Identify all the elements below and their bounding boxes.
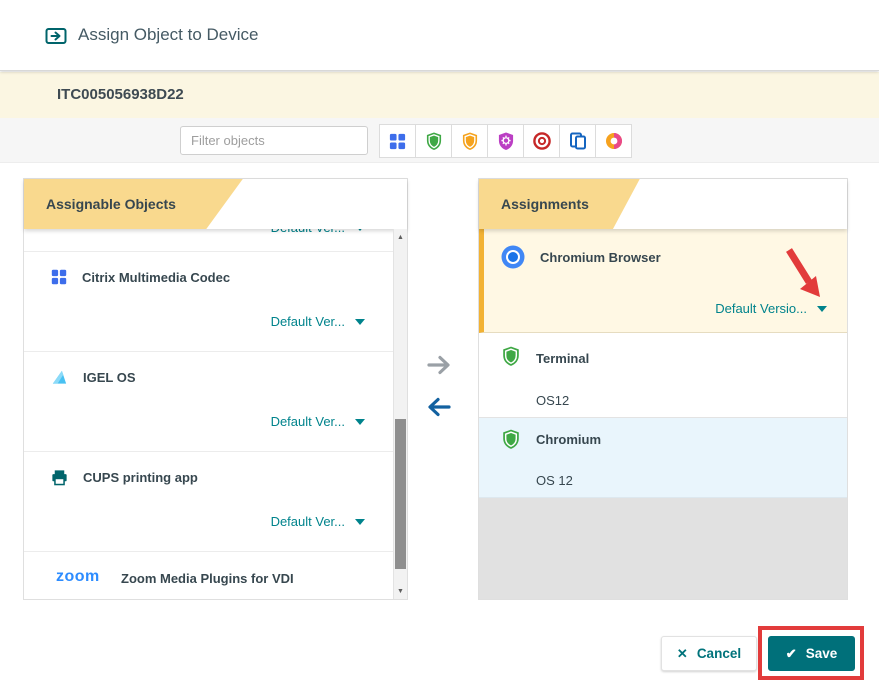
citrix-grid-icon xyxy=(50,268,68,286)
chevron-down-icon xyxy=(355,319,365,325)
printer-icon xyxy=(50,468,69,487)
list-item-zoom-media-plugins[interactable]: zoom Zoom Media Plugins for VDI xyxy=(24,552,393,599)
scroll-down-button[interactable]: ▼ xyxy=(394,583,407,599)
blue-files-icon xyxy=(568,131,588,151)
item-label: Citrix Multimedia Codec xyxy=(82,270,230,285)
igel-os-icon xyxy=(50,368,69,387)
green-shield-icon xyxy=(424,131,444,151)
assignable-objects-title: Assignable Objects xyxy=(46,179,176,229)
assignment-label: Terminal xyxy=(536,351,589,366)
object-type-filter-bar xyxy=(380,124,632,158)
green-shield-icon xyxy=(500,345,522,367)
version-dropdown[interactable]: Default Ver... xyxy=(271,229,365,235)
purple-shield-gear-icon xyxy=(496,131,516,151)
device-id: ITC005056938D22 xyxy=(57,86,184,103)
assign-right-arrow-button[interactable] xyxy=(426,354,454,376)
assignable-objects-header: Assignable Objects xyxy=(24,179,407,229)
scrollbar-thumb[interactable] xyxy=(395,419,406,569)
assign-object-dialog: Assign Object to Device ITC005056938D22 xyxy=(0,0,879,690)
filter-objects-input[interactable] xyxy=(180,126,368,155)
orange-pink-circle-icon xyxy=(604,131,624,151)
chevron-down-icon xyxy=(355,519,365,525)
scroll-up-button[interactable]: ▲ xyxy=(394,229,407,245)
assignment-item-terminal[interactable]: Terminal OS12 xyxy=(479,333,847,418)
list-item-citrix-multimedia-codec[interactable]: Citrix Multimedia Codec Default Ver... xyxy=(24,252,393,352)
profile-filter-button[interactable] xyxy=(415,124,452,158)
item-label: CUPS printing app xyxy=(83,470,198,485)
version-dropdown-label: Default Ver... xyxy=(271,514,345,529)
version-dropdown-label: Default Ver... xyxy=(271,229,345,235)
vertical-scrollbar[interactable]: ▲ ▼ xyxy=(393,229,407,599)
unassign-left-arrow-button[interactable] xyxy=(424,396,452,418)
close-x-icon: ✕ xyxy=(677,646,688,662)
master-profile-filter-button[interactable] xyxy=(451,124,488,158)
version-dropdown-label: Default Ver... xyxy=(271,414,345,429)
assignment-os-label: OS12 xyxy=(536,393,569,408)
assignment-os-label: OS 12 xyxy=(536,473,573,488)
red-ring-icon xyxy=(532,131,552,151)
assignable-objects-list: Default Ver... Citrix Multimedia Codec D… xyxy=(24,229,393,599)
chromium-browser-icon xyxy=(500,244,526,270)
assignment-item-chromium[interactable]: Chromium OS 12 xyxy=(479,418,847,498)
files-filter-button[interactable] xyxy=(559,124,596,158)
version-dropdown-label: Default Ver... xyxy=(271,314,345,329)
filter-toolbar xyxy=(0,118,879,163)
firmware-filter-button[interactable] xyxy=(523,124,560,158)
chevron-down-icon xyxy=(355,419,365,425)
save-button-label: Save xyxy=(806,646,838,661)
arrow-right-icon xyxy=(426,354,454,376)
version-dropdown-label: Default Versio... xyxy=(715,301,807,316)
device-bar: ITC005056938D22 xyxy=(0,72,879,118)
apps-filter-button[interactable] xyxy=(379,124,416,158)
assignable-objects-panel: Assignable Objects Default Ver... Citrix… xyxy=(23,178,408,600)
dialog-title: Assign Object to Device xyxy=(78,25,258,45)
version-dropdown[interactable]: Default Ver... xyxy=(271,414,365,429)
green-shield-icon xyxy=(500,428,522,450)
zoom-logo-icon: zoom xyxy=(56,568,100,586)
apps-grid-icon xyxy=(388,132,407,151)
arrow-left-icon xyxy=(424,396,452,418)
item-label: Zoom Media Plugins for VDI xyxy=(121,571,294,586)
chevron-down-icon xyxy=(355,229,365,231)
assignment-label: Chromium Browser xyxy=(540,250,661,265)
item-label: IGEL OS xyxy=(83,370,136,385)
browser-filter-button[interactable] xyxy=(595,124,632,158)
chevron-down-icon xyxy=(817,306,827,312)
assignments-header: Assignments xyxy=(479,179,847,229)
template-profile-filter-button[interactable] xyxy=(487,124,524,158)
cancel-button[interactable]: ✕ Cancel xyxy=(661,636,757,671)
assignments-panel: Assignments Chromium Browser Default Ver… xyxy=(478,178,848,600)
cancel-button-label: Cancel xyxy=(697,646,741,661)
version-dropdown[interactable]: Default Ver... xyxy=(271,514,365,529)
assignments-list: Chromium Browser Default Versio... Termi… xyxy=(479,229,847,599)
orange-shield-icon xyxy=(460,131,480,151)
checkmark-icon: ✔ xyxy=(786,646,797,662)
version-dropdown[interactable]: Default Versio... xyxy=(715,301,827,316)
assign-device-icon xyxy=(44,24,68,48)
assignment-item-chromium-browser[interactable]: Chromium Browser Default Versio... xyxy=(479,229,847,333)
version-dropdown[interactable]: Default Ver... xyxy=(271,314,365,329)
dialog-header: Assign Object to Device xyxy=(0,0,879,71)
assignments-title: Assignments xyxy=(501,179,589,229)
list-item-cups-printing-app[interactable]: CUPS printing app Default Ver... xyxy=(24,452,393,552)
list-item-igel-os[interactable]: IGEL OS Default Ver... xyxy=(24,352,393,452)
save-button[interactable]: ✔ Save xyxy=(768,636,855,671)
list-item-partial[interactable]: Default Ver... xyxy=(24,229,393,252)
assignment-label: Chromium xyxy=(536,432,601,447)
